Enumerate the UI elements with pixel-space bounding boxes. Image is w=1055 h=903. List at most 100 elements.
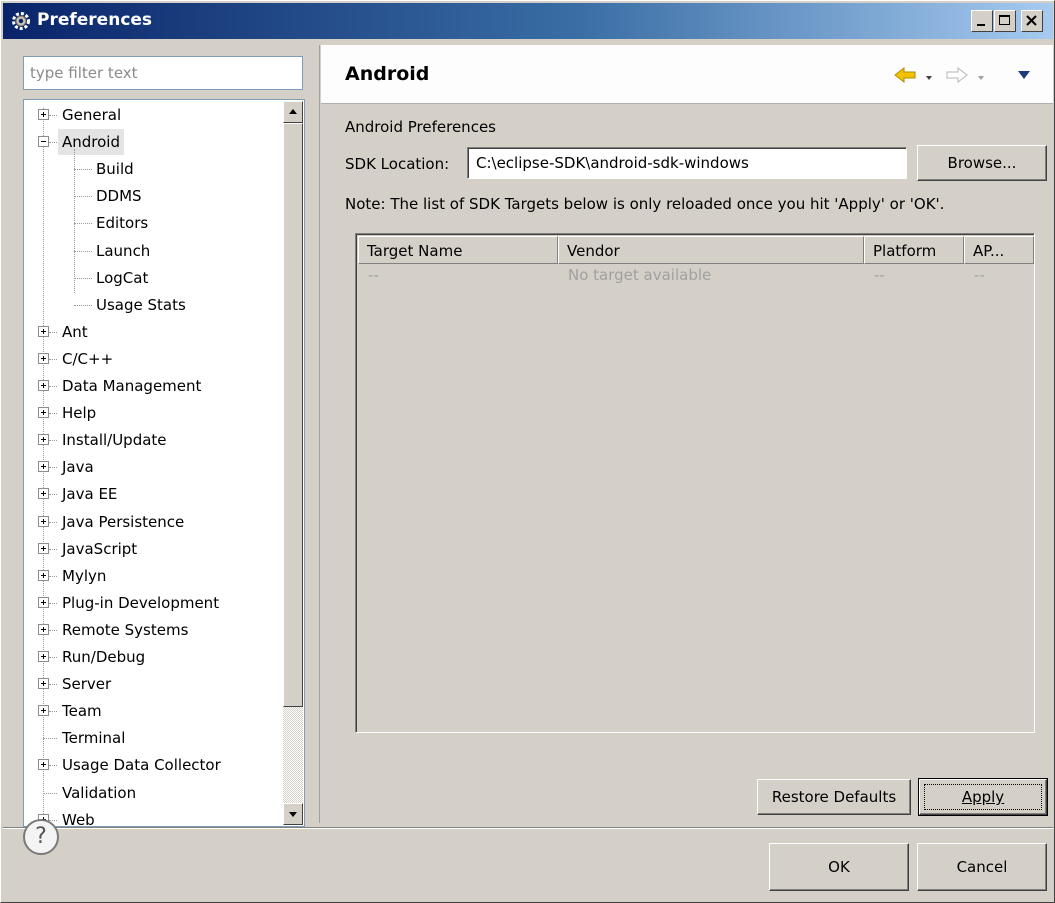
apply-button[interactable]: Apply (918, 778, 1048, 816)
expand-icon[interactable] (38, 569, 49, 581)
scroll-up-button[interactable] (283, 101, 303, 123)
help-icon[interactable]: ? (23, 819, 59, 855)
tree-item-label: Editors (96, 214, 149, 233)
title-bar[interactable]: Preferences (3, 3, 1053, 39)
expand-icon[interactable] (38, 461, 49, 473)
tree-item-server[interactable]: Server (24, 671, 282, 697)
section-label: Android Preferences (345, 118, 496, 136)
tree-item-usage-stats[interactable]: Usage Stats (24, 292, 282, 318)
tree-item-install-update[interactable]: Install/Update (24, 427, 282, 453)
tree-item-java-persistence[interactable]: Java Persistence (24, 509, 282, 535)
focus-rectangle (924, 784, 1042, 810)
back-arrow-icon[interactable] (893, 65, 921, 89)
tree-item-plug-in-development[interactable]: Plug-in Development (24, 590, 282, 616)
table-cell-platform: -- (874, 266, 885, 284)
tree-connector (49, 629, 57, 631)
expand-icon[interactable] (38, 651, 49, 662)
tree-connector (74, 149, 75, 293)
tree-item-label: Ant (62, 322, 88, 341)
tree-item-c-c[interactable]: C/C++ (24, 346, 282, 372)
tree-scrollbar[interactable] (283, 101, 303, 825)
tree-item-label: Java (62, 458, 94, 477)
tree-connector (49, 358, 57, 360)
restore-defaults-label: Restore Defaults (771, 788, 897, 806)
table-cell-api: -- (974, 266, 985, 284)
collapse-icon[interactable] (38, 136, 49, 148)
panel-divider[interactable] (319, 45, 320, 823)
tree-item-javascript[interactable]: JavaScript (24, 536, 282, 562)
filter-input[interactable]: type filter text (23, 56, 303, 90)
ok-button[interactable]: OK (769, 843, 909, 891)
tree-connector (49, 765, 57, 767)
tree-item-mylyn[interactable]: Mylyn (24, 563, 282, 589)
expand-icon[interactable] (38, 623, 49, 635)
tree-connector (49, 548, 57, 550)
restore-defaults-button[interactable]: Restore Defaults (757, 779, 911, 815)
tree-item-label: Server (62, 675, 112, 694)
expand-icon[interactable] (38, 678, 49, 690)
tree-connector (74, 304, 92, 306)
expand-icon[interactable] (38, 352, 49, 364)
tree-item-android[interactable]: Android (24, 129, 282, 156)
tree-item-editors[interactable]: Editors (24, 210, 282, 236)
expand-icon[interactable] (38, 407, 49, 419)
tree-connector (49, 440, 57, 442)
expand-icon[interactable] (38, 325, 49, 337)
tree-item-data-management[interactable]: Data Management (24, 373, 282, 399)
tree-item-run-debug[interactable]: Run/Debug (24, 644, 282, 670)
tree-item-validation[interactable]: Validation (24, 780, 282, 806)
tree-item-terminal[interactable]: Terminal (24, 725, 282, 751)
tree-item-label: Launch (96, 241, 151, 260)
view-menu-icon[interactable] (1017, 67, 1031, 85)
tree-connector (49, 467, 57, 469)
tree-connector (49, 386, 57, 387)
scroll-up-icon (289, 109, 297, 114)
preferences-tree[interactable]: General Android Build DDMS Editors Launch LogC… (23, 99, 305, 827)
expand-icon[interactable] (38, 109, 49, 120)
back-dropdown-icon[interactable] (925, 69, 935, 87)
tree-item-general[interactable]: General (24, 102, 282, 128)
tree-item-ant[interactable]: Ant (24, 319, 282, 345)
expand-icon[interactable] (38, 380, 49, 391)
tree-item-build[interactable]: Build (24, 156, 282, 182)
expand-icon[interactable] (38, 542, 49, 554)
column-header-target-name[interactable]: Target Name (358, 236, 558, 264)
tree-connector (49, 331, 57, 333)
tree-item-remote-systems[interactable]: Remote Systems (24, 617, 282, 643)
scroll-thumb[interactable] (283, 123, 303, 707)
tree-connector (49, 494, 57, 496)
tree-item-logcat[interactable]: LogCat (24, 265, 282, 291)
sdk-location-label: SDK Location: (345, 155, 450, 173)
expand-icon[interactable] (38, 488, 49, 500)
expand-icon[interactable] (38, 759, 49, 771)
column-header-api[interactable]: AP... (964, 236, 1034, 264)
forward-dropdown-icon[interactable] (977, 69, 987, 87)
tree-item-java[interactable]: Java (24, 454, 282, 480)
tree-connector (49, 142, 57, 144)
forward-arrow-icon[interactable] (943, 65, 971, 89)
minimize-button[interactable] (971, 10, 993, 32)
tree-item-launch[interactable]: Launch (24, 238, 282, 264)
expand-icon[interactable] (38, 596, 49, 608)
tree-item-label: Usage Stats (96, 295, 186, 314)
tree-item-label: Team (62, 702, 102, 721)
expand-icon[interactable] (38, 515, 49, 527)
scroll-down-button[interactable] (283, 803, 303, 825)
sdk-location-input[interactable]: C:\eclipse-SDK\android-sdk-windows (467, 147, 907, 179)
expand-icon[interactable] (38, 434, 49, 446)
browse-button[interactable]: Browse... (917, 145, 1047, 181)
tree-item-label: Mylyn (62, 566, 107, 585)
close-button[interactable] (1021, 10, 1043, 32)
column-header-platform[interactable]: Platform (864, 236, 964, 264)
maximize-button[interactable] (994, 10, 1016, 32)
column-header-vendor[interactable]: Vendor (558, 236, 864, 264)
cancel-button[interactable]: Cancel (917, 843, 1047, 891)
tree-item-team[interactable]: Team (24, 698, 282, 724)
tree-item-usage-data-collector[interactable]: Usage Data Collector (24, 752, 282, 778)
expand-icon[interactable] (38, 705, 49, 717)
sdk-targets-table[interactable]: Target Name Vendor Platform AP... -- No … (355, 233, 1035, 733)
tree-item-web[interactable]: Web (24, 807, 282, 826)
tree-item-ddms[interactable]: DDMS (24, 183, 282, 209)
tree-item-java-ee[interactable]: Java EE (24, 481, 282, 507)
tree-item-help[interactable]: Help (24, 400, 282, 426)
